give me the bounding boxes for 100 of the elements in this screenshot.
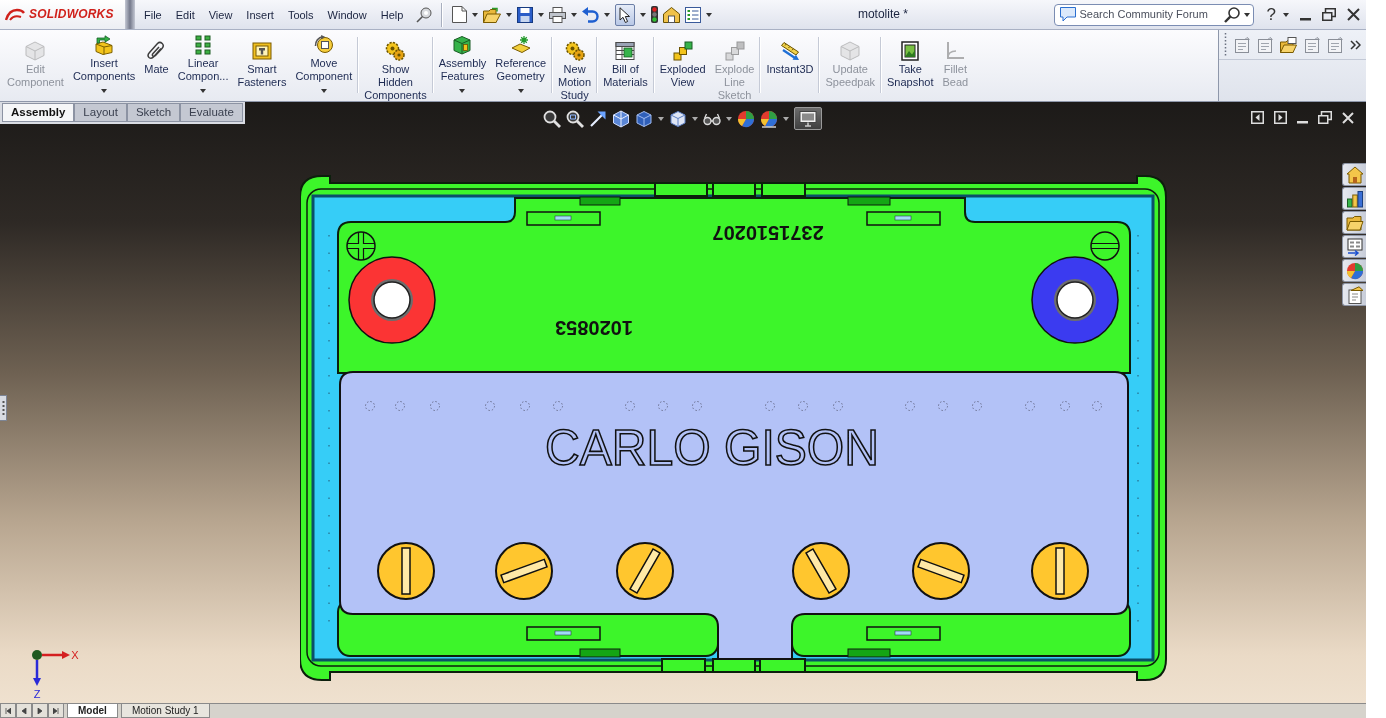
picture-frame-icon — [900, 41, 921, 61]
menu-item[interactable]: View — [201, 5, 240, 24]
cursor-icon — [619, 6, 632, 23]
toolbar-button[interactable]: Show Hidden Components — [364, 35, 427, 102]
caret-icon[interactable] — [706, 12, 713, 17]
restore-icon[interactable] — [1318, 111, 1332, 124]
toolbar-button[interactable]: Assembly Features — [438, 35, 487, 93]
caret-icon[interactable] — [472, 12, 479, 17]
select-tool-button[interactable] — [615, 3, 636, 26]
right-arrow-icon — [37, 707, 43, 714]
toolbar-button[interactable]: Instant3D — [766, 35, 814, 76]
magnifier-icon[interactable] — [543, 109, 561, 128]
search-field[interactable]: Search Community Forum — [1079, 7, 1220, 22]
caret-icon[interactable] — [726, 116, 732, 121]
restore-icon[interactable] — [1322, 8, 1336, 21]
toolbar-button[interactable]: Move Component — [295, 35, 353, 93]
tab[interactable]: Sketch — [126, 103, 181, 122]
close-icon[interactable] — [1347, 8, 1360, 21]
toolbar-button[interactable]: Mate — [144, 35, 169, 76]
task-pane-tab[interactable] — [1342, 211, 1366, 234]
double-chevron-icon[interactable] — [1350, 39, 1361, 50]
toolbar-button[interactable]: New Motion Study — [558, 35, 592, 102]
toolbar-button[interactable]: Take Snapshot — [887, 35, 934, 89]
paperclip-icon — [146, 41, 167, 61]
cube-icon[interactable] — [635, 109, 653, 128]
color-ball-icon[interactable] — [737, 109, 755, 128]
toolbar-button[interactable]: Smart Fasteners — [237, 35, 287, 89]
tab[interactable]: Model — [67, 704, 118, 718]
menu-item[interactable]: Edit — [168, 5, 202, 24]
toolbar-button[interactable]: Bill of Materials — [603, 35, 648, 89]
toolbar-button[interactable]: Linear Compon... — [177, 35, 229, 93]
open-folder-icon[interactable] — [483, 6, 502, 23]
search-icon[interactable] — [1223, 6, 1240, 23]
task-pane-tab[interactable] — [1342, 235, 1366, 258]
panel-handle[interactable] — [0, 395, 7, 421]
tab[interactable]: Motion Study 1 — [120, 704, 210, 718]
traffic-light-icon[interactable] — [651, 6, 659, 23]
search-bar[interactable]: Search Community Forum — [1053, 3, 1254, 26]
caret-icon[interactable] — [459, 89, 466, 93]
house-icon[interactable] — [663, 6, 681, 23]
tab-scroll-button[interactable] — [48, 704, 64, 718]
task-pane-tab[interactable] — [1342, 163, 1366, 186]
caret-icon[interactable] — [506, 12, 513, 17]
caret-icon[interactable] — [692, 116, 698, 121]
help-button[interactable]: ? — [1265, 5, 1277, 24]
tab-scroll-button[interactable] — [16, 704, 32, 718]
caret-icon[interactable] — [604, 12, 611, 17]
tab-scroll-button[interactable] — [0, 704, 16, 718]
caret-icon[interactable] — [320, 89, 327, 93]
caret-icon[interactable] — [658, 116, 664, 121]
menu-item[interactable]: Help — [373, 5, 411, 24]
printer-icon[interactable] — [549, 6, 567, 23]
caret-icon[interactable] — [783, 116, 789, 121]
undo-icon[interactable] — [582, 6, 600, 23]
tab[interactable]: Assembly — [2, 103, 75, 122]
document-icon[interactable] — [1304, 36, 1320, 53]
caret-icon[interactable] — [538, 12, 545, 17]
task-pane-tab[interactable] — [1342, 283, 1366, 306]
save-icon[interactable] — [517, 6, 534, 23]
document-title: motolite * — [857, 7, 908, 22]
view-toolbar-button[interactable] — [794, 107, 822, 130]
caret-icon[interactable] — [517, 89, 524, 93]
cube-icon[interactable] — [669, 109, 687, 128]
task-pane-tab[interactable] — [1342, 187, 1366, 210]
document-icon[interactable] — [1327, 36, 1343, 53]
folder-icon — [1345, 213, 1364, 232]
caret-icon[interactable] — [1243, 12, 1250, 17]
checklist-icon[interactable] — [685, 6, 702, 23]
arrow-icon[interactable] — [589, 109, 607, 128]
bar-chart-icon — [1345, 189, 1364, 208]
logo-text: SOLIDWORKS — [29, 7, 114, 22]
color-ball-icon[interactable] — [760, 109, 778, 128]
caret-icon[interactable] — [101, 89, 108, 93]
toolbar-button[interactable]: Reference Geometry — [495, 35, 547, 93]
folder-icon[interactable] — [1280, 36, 1297, 53]
tab[interactable]: Evaluate — [180, 103, 243, 122]
tab[interactable]: Layout — [74, 103, 127, 122]
caret-icon[interactable] — [200, 89, 207, 93]
toolbar-button[interactable]: Exploded View — [659, 35, 706, 89]
new-document-icon[interactable] — [452, 6, 468, 23]
document-icon[interactable] — [1234, 36, 1250, 53]
document-icon[interactable] — [1257, 36, 1273, 53]
box-icon — [452, 35, 473, 55]
menu-item[interactable]: Insert — [239, 5, 281, 24]
caret-icon[interactable] — [1283, 12, 1289, 17]
model-label: 2371510207 — [712, 222, 824, 244]
caret-icon[interactable] — [571, 12, 578, 17]
menu-item[interactable]: File — [137, 5, 169, 24]
toolbar-button[interactable]: Insert Components — [72, 35, 136, 93]
menu-item[interactable]: Tools — [280, 5, 321, 24]
pushpin-icon[interactable] — [416, 6, 433, 23]
cube-arrow-icon — [94, 35, 115, 55]
magnifier-icon[interactable] — [566, 109, 584, 128]
task-pane-tab[interactable] — [1342, 259, 1366, 282]
tab-scroll-button[interactable] — [32, 704, 48, 718]
menu-item[interactable]: Window — [320, 5, 374, 24]
color-ball-icon — [1345, 261, 1364, 280]
triad-icon — [32, 650, 70, 686]
caret-icon[interactable] — [640, 12, 647, 17]
gears-icon — [564, 41, 585, 61]
